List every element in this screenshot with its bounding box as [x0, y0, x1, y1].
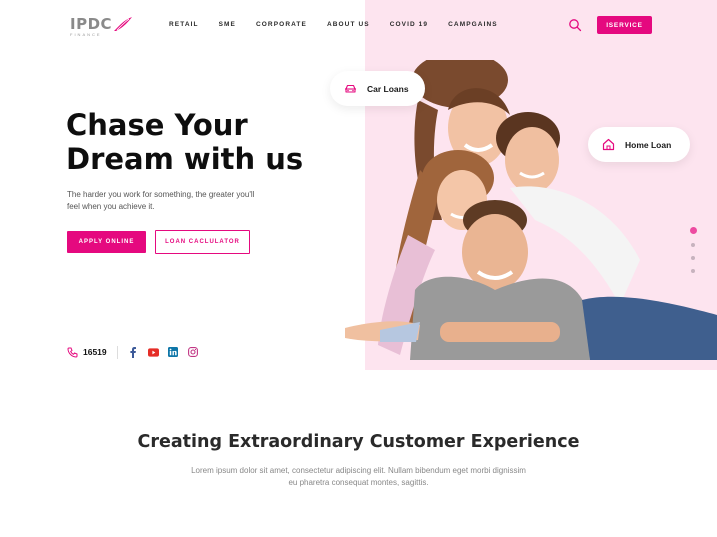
section-description: Lorem ipsum dolor sit amet, consectetur …	[191, 466, 526, 487]
hotline-number[interactable]: 16519	[83, 347, 107, 357]
slider-dot-2[interactable]	[691, 243, 695, 247]
feather-logo-icon	[114, 17, 133, 31]
apply-online-button[interactable]: APPLY ONLINE	[67, 231, 146, 253]
home-icon	[602, 138, 615, 151]
car-loans-card[interactable]: Car Loans	[330, 71, 425, 106]
nav-item-about-us[interactable]: ABOUT US	[327, 21, 370, 29]
nav-item-retail[interactable]: RETAIL	[169, 21, 199, 29]
brand-name: IPDC	[70, 15, 113, 33]
hero-title-line2: Dream with us	[66, 142, 304, 176]
linkedin-icon[interactable]	[168, 347, 179, 358]
brand-logo[interactable]: IPDC FINANCE	[70, 15, 133, 37]
slider-dot-4[interactable]	[691, 269, 695, 273]
nav-item-covid-19[interactable]: COVID 19	[390, 21, 428, 29]
slider-dot-1[interactable]	[690, 227, 697, 234]
section-title: Creating Extraordinary Customer Experien…	[137, 432, 580, 452]
hero-slider-dots	[690, 227, 697, 282]
contact-bar: 16519	[67, 345, 208, 359]
car-icon	[345, 84, 356, 93]
home-loan-card[interactable]: Home Loan	[588, 127, 690, 162]
hero-title-line1: Chase Your	[66, 108, 248, 142]
youtube-icon[interactable]	[147, 347, 159, 358]
iservice-button[interactable]: ISERVICE	[597, 16, 652, 34]
slider-dot-3[interactable]	[691, 256, 695, 260]
nav-item-sme[interactable]: SME	[219, 21, 236, 29]
family-hero-image	[345, 60, 717, 360]
main-nav: RETAIL SME CORPORATE ABOUT US COVID 19 C…	[169, 21, 518, 29]
phone-icon	[67, 347, 78, 358]
search-icon[interactable]	[568, 18, 582, 32]
car-loans-label: Car Loans	[367, 83, 409, 94]
instagram-icon[interactable]	[188, 347, 199, 358]
contact-divider	[116, 345, 118, 359]
brand-tagline: FINANCE	[70, 32, 102, 37]
facebook-icon[interactable]	[128, 346, 139, 358]
hero-title: Chase Your Dream with us	[66, 108, 356, 176]
nav-item-corporate[interactable]: CORPORATE	[256, 21, 307, 29]
nav-item-campaigns[interactable]: CAMPGAINS	[448, 21, 498, 29]
hero-subtitle: The harder you work for something, the g…	[67, 190, 255, 211]
home-loan-label: Home Loan	[625, 139, 672, 150]
loan-calculator-button[interactable]: LOAN CACLULATOR	[155, 230, 250, 254]
